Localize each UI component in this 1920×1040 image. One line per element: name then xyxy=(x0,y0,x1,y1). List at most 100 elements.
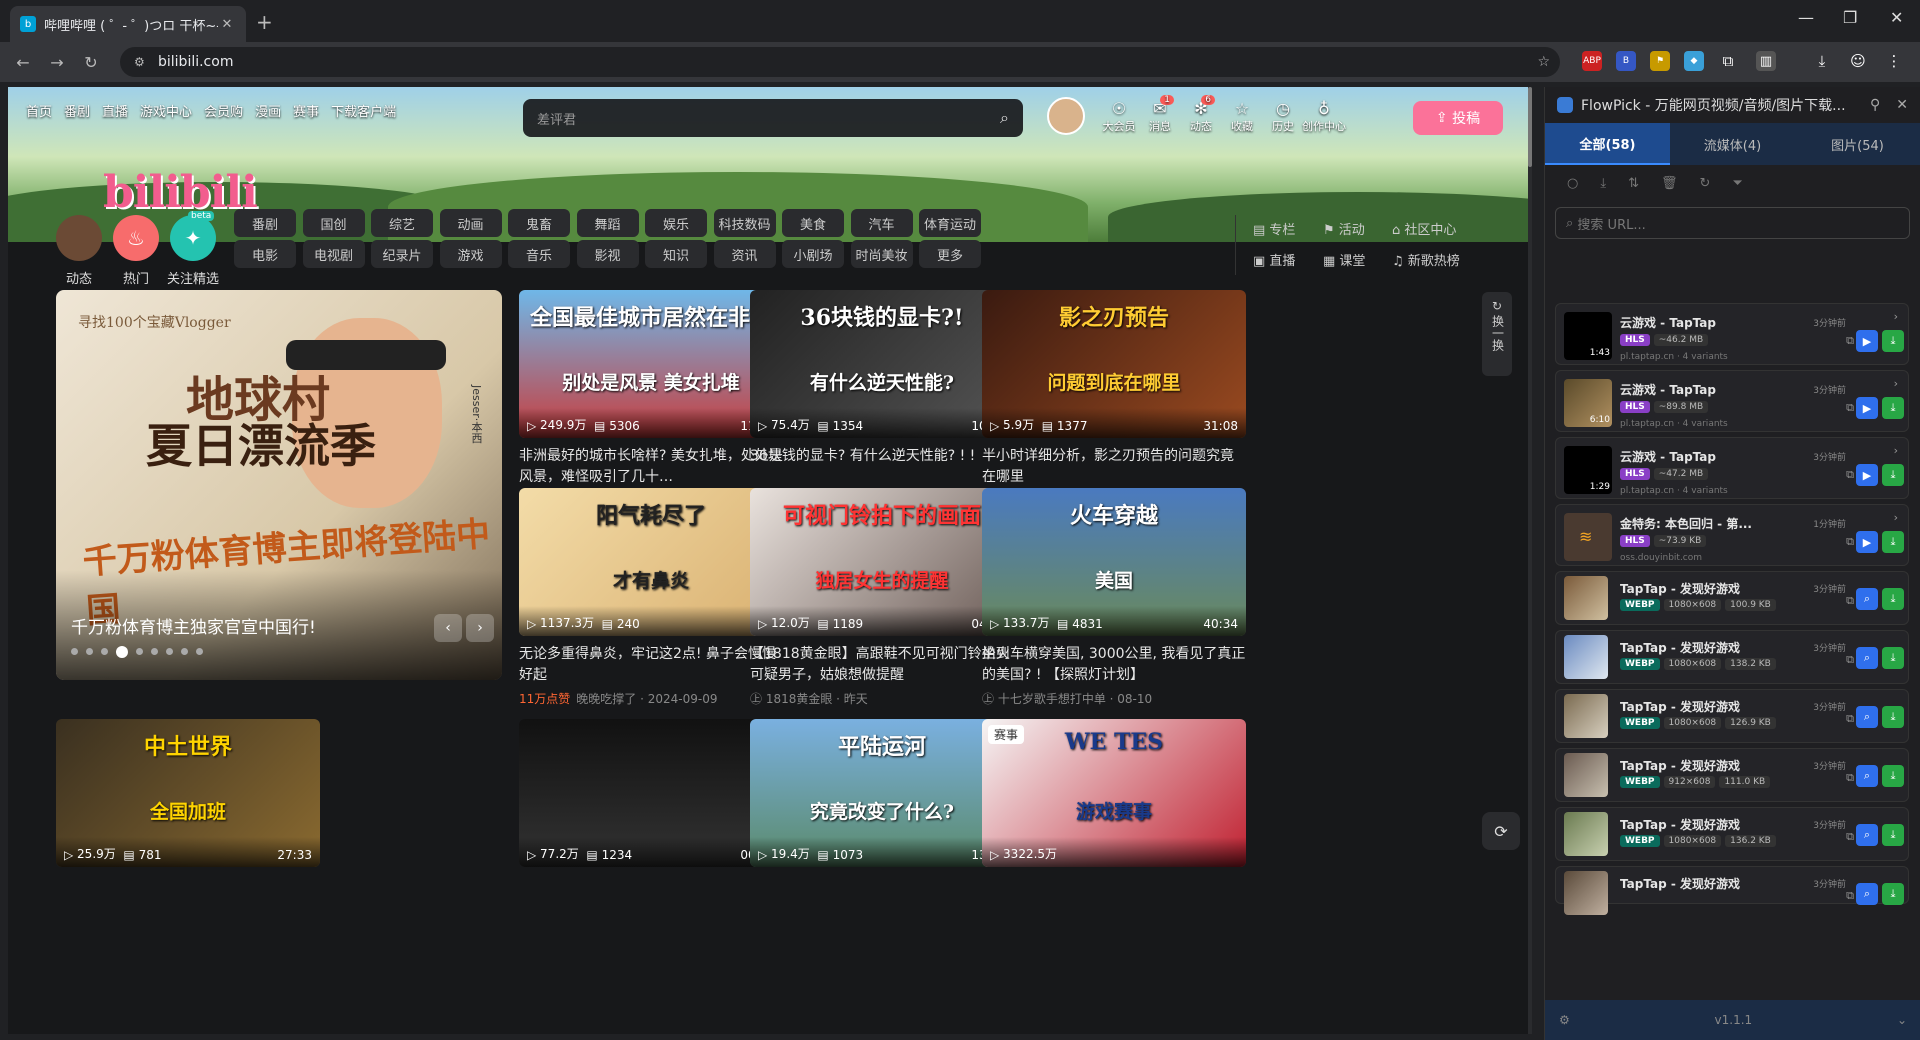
carousel-dot[interactable] xyxy=(116,646,128,658)
video-title[interactable]: 36块钱的显卡? 有什么逆天性能? ! ! xyxy=(750,446,1014,488)
carousel-dot[interactable] xyxy=(101,648,108,655)
video-author[interactable]: 十七岁歌手想打中单 · 08-10 xyxy=(998,692,1152,706)
copy-icon[interactable]: ⧉ xyxy=(1846,401,1854,415)
copy-icon[interactable]: ⧉ xyxy=(1846,594,1854,608)
video-thumbnail[interactable]: 火车穿越 美国 ▷ 133.7万 ▤ 4831 40:34 xyxy=(982,488,1246,636)
category-row2-1[interactable]: 电视剧 xyxy=(302,240,365,268)
download-item-icon[interactable]: ⤓ xyxy=(1882,464,1904,486)
category-row1-6[interactable]: 娱乐 xyxy=(645,209,707,237)
adblock-icon[interactable]: ABP xyxy=(1582,51,1602,71)
download-item-icon[interactable]: ⤓ xyxy=(1882,647,1904,669)
scrollbar-thumb[interactable] xyxy=(1528,87,1532,167)
video-author[interactable]: 晚晚吃撑了 · 2024-09-09 xyxy=(576,692,717,706)
download-all-icon[interactable]: ⤓ xyxy=(1600,176,1606,191)
download-item-icon[interactable]: ⤓ xyxy=(1882,531,1904,553)
carousel-dot[interactable] xyxy=(151,648,158,655)
carousel-dot[interactable] xyxy=(71,648,78,655)
zoom-preview-icon[interactable]: ⌕ xyxy=(1856,883,1878,905)
search-icon[interactable]: ⌕ xyxy=(1000,108,1009,128)
zoom-preview-icon[interactable]: ⌕ xyxy=(1856,647,1878,669)
video-thumbnail[interactable]: 全国最佳城市居然在非洲别处是风景 美女扎堆 ▷ 249.9万 ▤ 530611:4… xyxy=(519,290,783,438)
page-scrollbar[interactable] xyxy=(1528,87,1532,1034)
copy-icon[interactable]: ⧉ xyxy=(1846,535,1854,549)
media-item[interactable]: TapTap - 发现好游戏 3分钟前 WEBP 912×608 111.0 KB ⧉ ⌕ ⤓ xyxy=(1555,748,1909,802)
browser-tab[interactable]: b 哔哩哔哩 ( ゜- ゜)つロ 干杯~-bi ✕ xyxy=(10,6,246,42)
category-row2-5[interactable]: 影视 xyxy=(576,240,639,268)
side-link-community[interactable]: ⌂ 社区中心 xyxy=(1392,219,1456,238)
forward-icon[interactable]: → xyxy=(40,53,74,72)
category-row2-2[interactable]: 纪录片 xyxy=(371,240,433,268)
hero-caption[interactable]: 千万粉体育博主独家官宣中国行! xyxy=(71,613,316,638)
nav-live[interactable]: 直播 xyxy=(102,101,128,120)
menu-icon[interactable]: ⋮ xyxy=(1884,51,1904,71)
category-row2-8[interactable]: 小剧场 xyxy=(782,240,844,268)
new-tab-button[interactable]: + xyxy=(256,10,273,34)
side-link[interactable]: 课堂 xyxy=(1339,254,1365,269)
category-row2-7[interactable]: 资讯 xyxy=(713,240,776,268)
media-item[interactable]: 1:29 云游戏 - TapTap 3分钟前 HLS ~47.2 MB pl.taptap… xyxy=(1555,437,1909,499)
category-row1-10[interactable]: 体育运动 xyxy=(919,209,981,237)
side-link-activity[interactable]: ⚑ 活动 xyxy=(1323,219,1365,238)
video-thumbnail[interactable]: 36块钱的显卡?! 有什么逆天性能? ▷ 75.4万 ▤ 135410:08 xyxy=(750,290,1014,438)
nav-esports[interactable]: 赛事 xyxy=(293,101,319,120)
video-title[interactable]: 【1818黄金眼】高跟鞋不见可视门铃拍到可疑男子，姑娘想做提醒 xyxy=(750,644,1014,686)
video-card[interactable]: 36块钱的显卡?!有什么逆天性能?▷ 75.4万 ▤ 135410:08 36块钱… xyxy=(750,290,1014,509)
video-card[interactable]: 影之刃预告 问题到底在哪里 ▷ 5.9万 ▤ 1377 31:08 半小时详细分析，影之… xyxy=(982,290,1246,509)
carousel-next-button[interactable]: › xyxy=(466,614,494,642)
channel-following[interactable]: 关注精选 xyxy=(158,268,228,287)
minimize-icon[interactable]: — xyxy=(1798,8,1814,27)
video-card[interactable]: 赛事 WE TES 游戏赛事 ▷ 3322.5万 xyxy=(982,719,1246,867)
video-thumbnail[interactable]: 可视门铃拍下的画面独居女生的提醒 ▷ 12.0万 ▤ 118904:22 xyxy=(750,488,1014,636)
video-card[interactable]: 可视门铃拍下的画面独居女生的提醒 ▷ 12.0万 ▤ 118904:22 【1818… xyxy=(750,488,1014,707)
category-row2-10[interactable]: 更多 xyxy=(919,240,981,268)
trash-icon[interactable]: 🗑 xyxy=(1661,176,1678,191)
side-link-live[interactable]: ▣ 直播 xyxy=(1253,250,1295,269)
video-card[interactable]: 全国最佳城市居然在非洲别处是风景 美女扎堆 ▷ 249.9万 ▤ 530611:4… xyxy=(519,290,783,509)
copy-icon[interactable]: ⧉ xyxy=(1846,334,1854,348)
hero-carousel[interactable]: 寻找100个宝藏Vlogger Jesser·本西 地球村 夏日漂流季 千万粉体… xyxy=(56,290,502,680)
media-item[interactable]: TapTap - 发现好游戏 3分钟前 WEBP 1080×608 136.2 KB ⧉ ⌕… xyxy=(1555,807,1909,861)
nav-download-client[interactable]: 下载客户端 xyxy=(331,101,396,120)
video-card[interactable]: 中土世界 全国加班 ▷ 25.9万 ▤ 781 27:33 xyxy=(56,719,320,867)
category-row1-9[interactable]: 汽车 xyxy=(850,209,913,237)
play-preview-icon[interactable]: ▶ xyxy=(1856,464,1878,486)
expand-chevron-icon[interactable]: › xyxy=(1894,511,1898,524)
window-close-icon[interactable]: ✕ xyxy=(1890,8,1903,27)
back-to-top-button[interactable]: ⟳ xyxy=(1482,812,1520,850)
copy-icon[interactable]: ⧉ xyxy=(1846,889,1854,903)
media-item[interactable]: 6:10 云游戏 - TapTap 3分钟前 HLS ~89.8 MB pl.taptap… xyxy=(1555,370,1909,432)
creator-button[interactable]: ♁ 创作中心 xyxy=(1300,99,1348,134)
hot-flame-icon[interactable]: ♨ xyxy=(113,215,159,261)
category-row2-3[interactable]: 游戏 xyxy=(439,240,502,268)
video-card[interactable]: 火车穿越 美国 ▷ 133.7万 ▤ 4831 40:34 坐火车横穿美国, 3000公… xyxy=(982,488,1246,707)
category-row2-4[interactable]: 音乐 xyxy=(508,240,570,268)
download-item-icon[interactable]: ⤓ xyxy=(1882,330,1904,352)
close-panel-icon[interactable]: ✕ xyxy=(1896,97,1908,113)
category-row1-0[interactable]: 番剧 xyxy=(234,209,296,237)
zoom-preview-icon[interactable]: ⌕ xyxy=(1856,765,1878,787)
expand-chevron-icon[interactable]: › xyxy=(1894,310,1898,323)
avatar[interactable] xyxy=(1047,97,1085,135)
extension-icon[interactable]: ⚑ xyxy=(1650,51,1670,71)
video-title[interactable]: 半小时详细分析，影之刃预告的问题究竟在哪里 xyxy=(982,446,1246,488)
collapse-chevron-icon[interactable]: ⌄ xyxy=(1897,1013,1907,1027)
bilibili-logo[interactable]: bilibili xyxy=(103,167,258,218)
tab-streams[interactable]: 流媒体(4) xyxy=(1670,123,1795,165)
extension-icon[interactable]: ◆ xyxy=(1684,51,1704,71)
video-thumbnail[interactable]: ▷ 77.2万 ▤ 123400:48 xyxy=(519,719,783,867)
extension-icon[interactable]: B xyxy=(1616,51,1636,71)
video-title[interactable]: 非洲最好的城市长啥样? 美女扎堆，处处是风景，难怪吸引了几十… xyxy=(519,446,783,488)
download-item-icon[interactable]: ⤓ xyxy=(1882,765,1904,787)
carousel-prev-button[interactable]: ‹ xyxy=(434,614,462,642)
tab-images[interactable]: 图片(54) xyxy=(1795,123,1920,165)
video-card[interactable]: 平陆运河究竟改变了什么? ▷ 19.4万 ▤ 107313:00 xyxy=(750,719,1014,867)
download-item-icon[interactable]: ⤓ xyxy=(1882,706,1904,728)
copy-icon[interactable]: ⧉ xyxy=(1846,712,1854,726)
filter-icon[interactable]: ⏷ xyxy=(1732,176,1742,191)
video-title[interactable]: 无论多重得鼻炎，牢记这2点! 鼻子会慢慢好起 xyxy=(519,644,783,686)
upload-button[interactable]: ⇪ 投稿 xyxy=(1413,101,1503,135)
category-row2-9[interactable]: 时尚美妆 xyxy=(850,240,913,268)
video-title[interactable]: 坐火车横穿美国, 3000公里, 我看见了真正的美国? ! 【探照灯计划】 xyxy=(982,644,1246,686)
pin-icon[interactable]: ⚲ xyxy=(1870,97,1880,113)
category-row1-1[interactable]: 国创 xyxy=(302,209,365,237)
